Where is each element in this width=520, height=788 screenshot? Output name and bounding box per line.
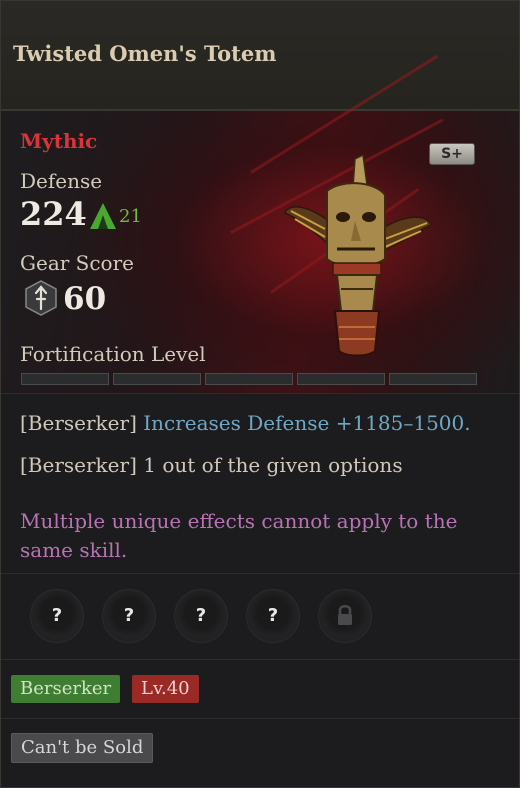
item-tooltip: Twisted Omen's Totem Mythic Defense 224 … xyxy=(0,0,520,788)
rarity-label: Mythic xyxy=(20,129,98,153)
socket-slot[interactable]: ? xyxy=(174,589,228,643)
effect-class: [Berserker] xyxy=(20,453,137,477)
socket-slot[interactable]: ? xyxy=(102,589,156,643)
effect-line: [Berserker] 1 out of the given options xyxy=(20,453,403,477)
gear-score-value: 60 xyxy=(63,281,107,317)
gear-score-icon xyxy=(25,280,57,316)
effect-text: Increases Defense +1185–1500. xyxy=(143,411,471,435)
fortification-segment xyxy=(297,373,385,385)
item-stats-panel: Mythic Defense 224 21 Gear Score 60 Fort… xyxy=(1,54,519,394)
effect-text: 1 out of the given options xyxy=(143,453,403,477)
fortification-segment xyxy=(113,373,201,385)
stat-increase-arrow-icon xyxy=(90,203,116,229)
fortification-segment xyxy=(21,373,109,385)
lock-icon xyxy=(338,605,352,625)
class-requirement-tag: Berserker xyxy=(11,675,121,703)
fortification-segment xyxy=(389,373,477,385)
fortification-label: Fortification Level xyxy=(20,342,206,366)
socket-slot[interactable]: ? xyxy=(30,589,84,643)
effect-line: [Berserker] Increases Defense +1185–1500… xyxy=(20,411,471,435)
totem-icon xyxy=(284,153,432,357)
defense-delta: 21 xyxy=(119,206,142,227)
defense-label: Defense xyxy=(20,169,103,193)
cannot-be-sold-tag: Can't be Sold xyxy=(11,733,154,763)
item-effects: [Berserker] Increases Defense +1185–1500… xyxy=(1,395,519,574)
unique-effect-note: Multiple unique effects cannot apply to … xyxy=(20,509,458,562)
defense-value: 224 xyxy=(20,195,87,233)
socket-slot[interactable]: ? xyxy=(246,589,300,643)
tooltip-header: Twisted Omen's Totem xyxy=(1,1,519,111)
socket-row: ? ? ? ? xyxy=(1,575,519,660)
fortification-segment xyxy=(205,373,293,385)
level-requirement-tag: Lv.40 xyxy=(132,675,199,703)
effect-class: [Berserker] xyxy=(20,411,137,435)
gear-score-label: Gear Score xyxy=(20,251,134,275)
socket-slot-locked xyxy=(318,589,372,643)
item-name: Twisted Omen's Totem xyxy=(13,41,277,66)
fortification-bar xyxy=(21,373,477,385)
requirements-row: Berserker Lv.40 xyxy=(1,660,519,719)
trade-row: Can't be Sold xyxy=(1,719,519,787)
